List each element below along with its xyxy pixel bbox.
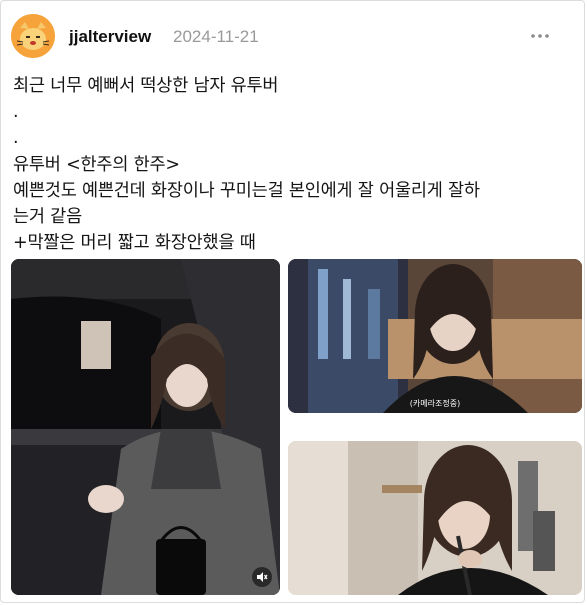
photo-makeup[interactable]: [288, 441, 582, 595]
cat-avatar-icon: [11, 14, 55, 58]
more-options-button[interactable]: [528, 24, 552, 48]
photo-car-selfie-image: [11, 259, 280, 595]
post-text-line: 유투버 <한주의 한주>: [13, 154, 180, 175]
photo-window-selfie[interactable]: (카메라조정중): [288, 259, 582, 413]
post-text-line: .: [13, 128, 19, 149]
post-text-line: 예쁜것도 예쁜건데 화장이나 꾸미는걸 본인에게 잘 어울리게 잘하: [13, 180, 480, 201]
post-text-line: 는거 같음: [13, 207, 82, 228]
post-header: jjalterview 2024-11-21: [11, 14, 574, 58]
photo-car-selfie[interactable]: [11, 259, 280, 595]
post-text-line: +막짤은 머리 짧고 화장안했을 때: [13, 233, 256, 254]
post-card: jjalterview 2024-11-21 최근 너무 예뻐서 떡상한 남자 …: [0, 0, 585, 603]
post-text: 최근 너무 예뻐서 떡상한 남자 유투버 . . 유투버 <한주의 한주> 예쁜…: [13, 73, 573, 256]
photo-window-selfie-image: [288, 259, 582, 413]
post-text-line: .: [13, 102, 19, 123]
avatar[interactable]: [11, 14, 55, 58]
photo-makeup-image: [288, 441, 582, 595]
username[interactable]: jjalterview: [69, 27, 151, 47]
more-horizontal-icon: [531, 34, 549, 38]
photo-caption: (카메라조정중): [409, 399, 461, 408]
post-text-line: 최근 너무 예뻐서 떡상한 남자 유투버: [13, 76, 279, 96]
post-date: 2024-11-21: [173, 27, 259, 46]
volume-mute-icon[interactable]: [252, 567, 272, 587]
